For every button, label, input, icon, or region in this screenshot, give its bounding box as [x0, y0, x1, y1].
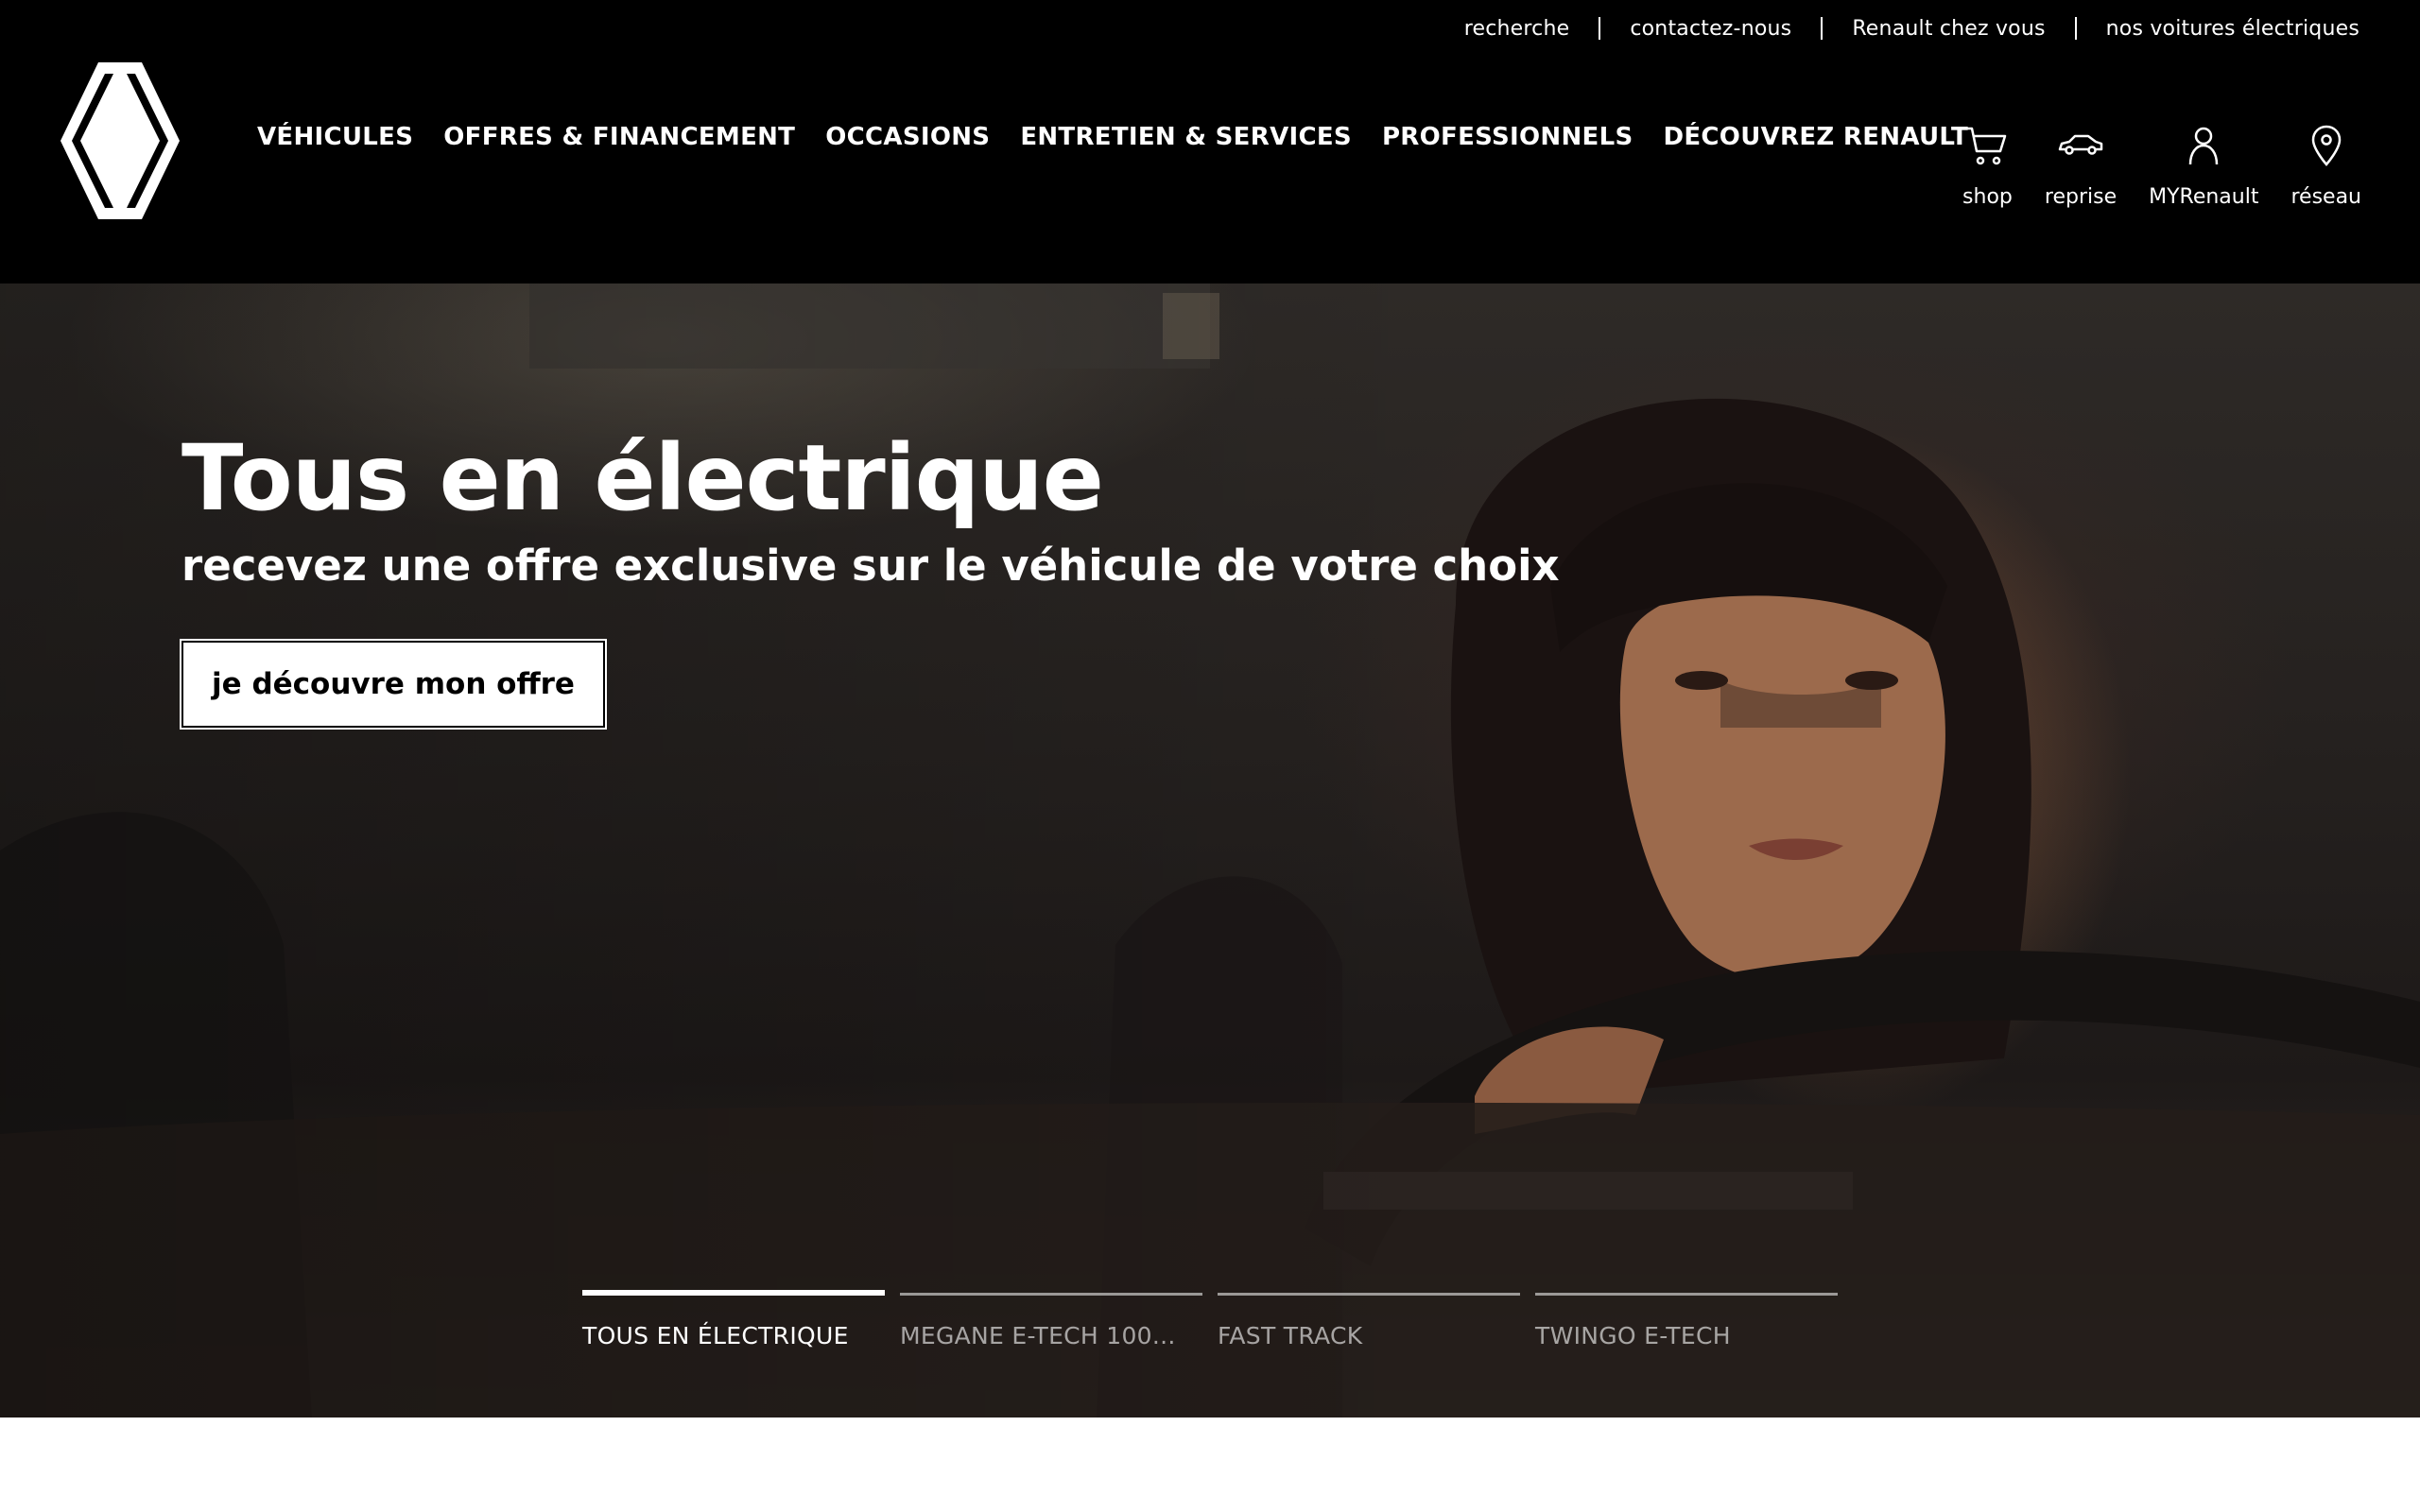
utility-divider — [1599, 17, 1601, 40]
main-nav: VÉHICULES OFFRES & FINANCEMENT OCCASIONS… — [257, 123, 1998, 151]
hero-title: Tous en électrique — [182, 425, 1104, 531]
utility-divider — [2074, 17, 2077, 40]
myrenault-label: MYRenault — [2149, 185, 2259, 209]
hero-banner: Tous en électrique recevez une offre exc… — [0, 284, 2420, 1418]
carousel-tabs: TOUS EN ÉLECTRIQUE MEGANE E-TECH 100... … — [582, 1290, 1853, 1349]
carousel-progress-bar — [1218, 1293, 1520, 1296]
reseau-link[interactable]: réseau — [2290, 121, 2361, 209]
cart-icon — [1965, 127, 2007, 165]
site-header: recherche contactez-nous Renault chez vo… — [0, 0, 2420, 284]
car-icon — [2058, 134, 2103, 155]
carousel-progress-bar — [1535, 1293, 1838, 1296]
reseau-label: réseau — [2290, 185, 2361, 209]
carousel-progress-bar — [900, 1293, 1202, 1296]
utility-nav: recherche contactez-nous Renault chez vo… — [1464, 13, 2360, 43]
carousel-tab-fast-track[interactable]: FAST TRACK — [1218, 1293, 1520, 1349]
nav-occasions[interactable]: OCCASIONS — [825, 123, 990, 151]
utility-link-recherche[interactable]: recherche — [1464, 17, 1570, 41]
hero-subtitle: recevez une offre exclusive sur le véhic… — [182, 541, 1560, 591]
nav-offres-financement[interactable]: OFFRES & FINANCEMENT — [443, 123, 795, 151]
carousel-progress-bar — [582, 1290, 885, 1296]
reprise-link[interactable]: reprise — [2045, 121, 2117, 209]
utility-link-voitures-electriques[interactable]: nos voitures électriques — [2106, 17, 2360, 41]
utility-divider — [1821, 17, 1824, 40]
nav-vehicules[interactable]: VÉHICULES — [257, 123, 413, 151]
carousel-tab-label: TWINGO E-TECH — [1535, 1322, 1731, 1349]
renault-diamond-icon — [60, 62, 180, 219]
discover-offer-button[interactable]: je découvre mon offre — [180, 639, 607, 730]
utility-link-chez-vous[interactable]: Renault chez vous — [1852, 17, 2045, 41]
carousel-tab-label: MEGANE E-TECH 100... — [900, 1322, 1176, 1349]
nav-professionnels[interactable]: PROFESSIONNELS — [1382, 123, 1634, 151]
myrenault-link[interactable]: MYRenault — [2149, 121, 2258, 209]
carousel-tab-twingo[interactable]: TWINGO E-TECH — [1535, 1293, 1838, 1349]
carousel-tab-label: TOUS EN ÉLECTRIQUE — [582, 1322, 849, 1349]
location-pin-icon — [2311, 125, 2341, 166]
renault-logo[interactable] — [59, 60, 182, 221]
utility-link-contact[interactable]: contactez-nous — [1630, 17, 1791, 41]
carousel-tab-label: FAST TRACK — [1218, 1322, 1363, 1349]
carousel-tab-tous-en-electrique[interactable]: TOUS EN ÉLECTRIQUE — [582, 1290, 885, 1349]
shop-link[interactable]: shop — [1962, 121, 2013, 209]
nav-entretien-services[interactable]: ENTRETIEN & SERVICES — [1020, 123, 1352, 151]
reprise-label: reprise — [2044, 185, 2118, 209]
header-icon-nav: shop reprise MYRenault réseau — [1930, 121, 2361, 209]
shop-label: shop — [1962, 185, 2013, 209]
nav-decouvrez-renault[interactable]: DÉCOUVREZ RENAULT — [1663, 123, 1968, 151]
user-icon — [2189, 127, 2219, 165]
carousel-tab-megane[interactable]: MEGANE E-TECH 100... — [900, 1293, 1202, 1349]
